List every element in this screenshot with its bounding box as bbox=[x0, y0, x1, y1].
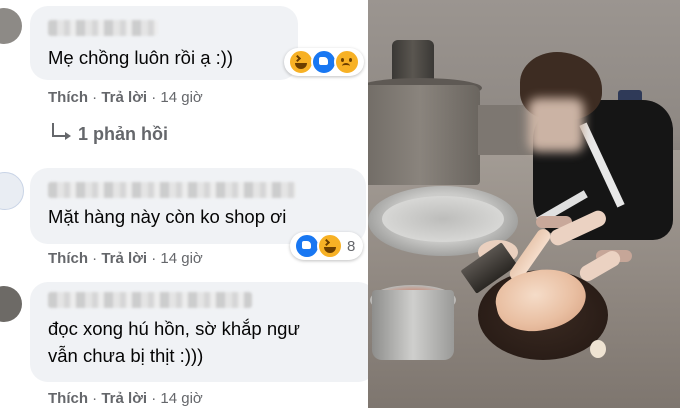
comment-actions: Thích · Trả lời · 14 giờ bbox=[48, 89, 203, 106]
reply-button[interactable]: Trả lời bbox=[101, 89, 147, 106]
separator: · bbox=[147, 89, 161, 106]
like-button[interactable]: Thích bbox=[48, 250, 88, 267]
reply-button[interactable]: Trả lời bbox=[101, 250, 147, 267]
commenter-name[interactable] bbox=[48, 20, 158, 36]
timestamp[interactable]: 14 giờ bbox=[160, 89, 202, 106]
like-button[interactable]: Thích bbox=[48, 390, 88, 407]
like-button[interactable]: Thích bbox=[48, 89, 88, 106]
reply-button[interactable]: Trả lời bbox=[101, 390, 147, 407]
comment-actions: Thích · Trả lời · 14 giờ bbox=[48, 250, 203, 267]
basin-inner bbox=[382, 196, 504, 242]
avatar[interactable] bbox=[0, 8, 22, 44]
timestamp[interactable]: 14 giờ bbox=[160, 390, 202, 407]
avatar[interactable] bbox=[0, 172, 24, 210]
separator: · bbox=[88, 89, 102, 106]
post-photo bbox=[368, 0, 680, 408]
avatar[interactable] bbox=[0, 286, 22, 322]
separator: · bbox=[88, 390, 102, 407]
haha-icon bbox=[317, 233, 343, 259]
separator: · bbox=[88, 250, 102, 267]
view-replies-link[interactable]: 1 phản hồi bbox=[52, 123, 168, 145]
separator: · bbox=[147, 250, 161, 267]
reaction-count: 8 bbox=[347, 237, 356, 255]
sad-icon bbox=[334, 49, 360, 75]
photo-scene bbox=[368, 0, 680, 408]
water-tank bbox=[368, 85, 480, 185]
comment-text: Mẹ chồng luôn rồi ạ :)) bbox=[48, 47, 234, 68]
comment-text-line-2: vẫn chưa bị thịt :))) bbox=[48, 345, 204, 366]
blurred-face bbox=[528, 98, 584, 152]
replies-count: 1 phản hồi bbox=[78, 124, 168, 144]
aluminum-pot bbox=[372, 290, 454, 360]
separator: · bbox=[147, 390, 161, 407]
comment-text-line-1: đọc xong hú hồn, sờ khắp ngư bbox=[48, 318, 300, 339]
reaction-summary[interactable] bbox=[284, 48, 364, 76]
reaction-summary[interactable]: 8 bbox=[290, 232, 364, 260]
comment-text: Mặt hàng này còn ko shop ơi bbox=[48, 206, 287, 227]
comment-actions: Thích · Trả lời · 14 giờ bbox=[48, 390, 203, 407]
egg bbox=[590, 340, 606, 358]
timestamp[interactable]: 14 giờ bbox=[160, 250, 202, 267]
commenter-name[interactable] bbox=[48, 292, 252, 308]
reply-arrow-icon bbox=[52, 123, 71, 140]
comment-thread: Mẹ chồng luôn rồi ạ :)) Thích · Trả lời … bbox=[0, 0, 368, 408]
commenter-name[interactable] bbox=[48, 182, 296, 198]
